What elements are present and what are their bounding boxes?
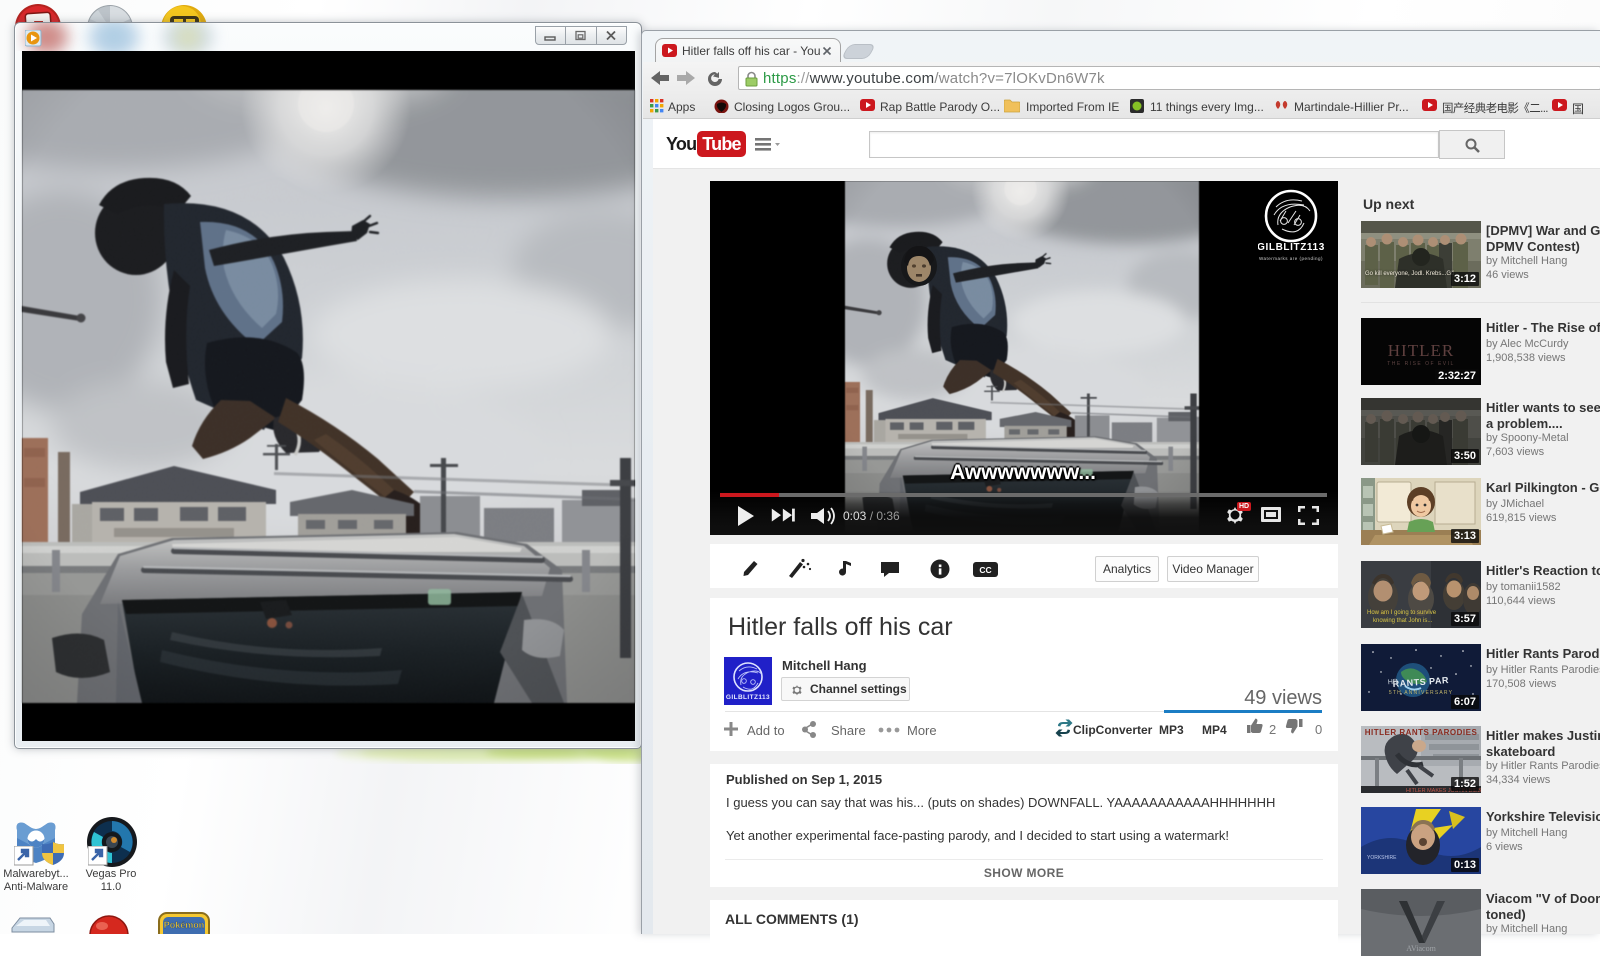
svg-text:GILBLITZ113: GILBLITZ113: [726, 694, 770, 701]
svg-text:CC: CC: [979, 565, 991, 575]
svg-text:5TH ANNIVERSARY: 5TH ANNIVERSARY: [1389, 690, 1453, 696]
svg-text:HR: HR: [1388, 679, 1399, 687]
svg-text:HITLER RANTS PARODIES: HITLER RANTS PARODIES: [1365, 728, 1478, 737]
svg-text:Pokémon: Pokémon: [164, 920, 205, 930]
svg-text:YORKSHIRE: YORKSHIRE: [1367, 855, 1397, 861]
svg-text:AViacom: AViacom: [1406, 944, 1436, 953]
svg-text:HITLER: HITLER: [1388, 341, 1454, 360]
svg-text:GILBLITZ113: GILBLITZ113: [1258, 242, 1325, 253]
svg-text:Watermarks are (pending): Watermarks are (pending): [1259, 256, 1323, 261]
svg-text:knowing that John is...: knowing that John is...: [1373, 618, 1433, 624]
svg-text:How am I going to survive: How am I going to survive: [1367, 610, 1437, 616]
svg-text:THE RISE OF EVIL: THE RISE OF EVIL: [1387, 361, 1455, 367]
